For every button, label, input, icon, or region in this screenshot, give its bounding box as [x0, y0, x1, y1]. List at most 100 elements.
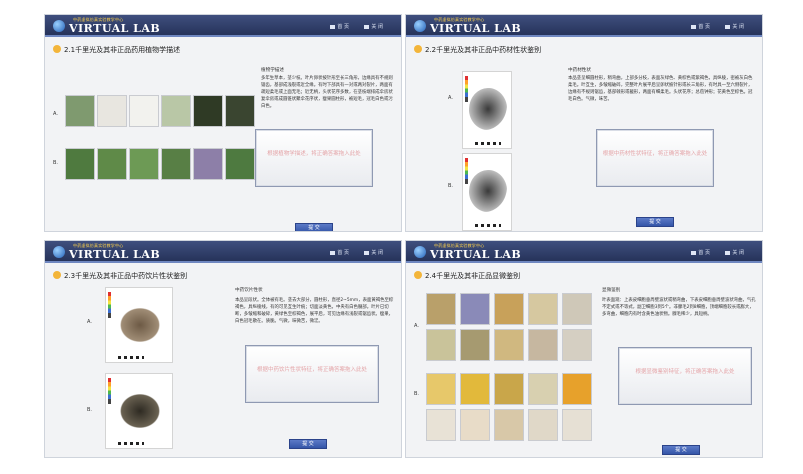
micrograph-image[interactable]	[426, 373, 456, 405]
micrograph-image[interactable]	[426, 329, 456, 361]
section-title-text: 2.1千里光及其非正品药用植物学描述	[64, 46, 181, 54]
micrograph-image[interactable]	[528, 293, 558, 325]
home-button[interactable]: 首 页	[691, 23, 710, 30]
logo-text: VIRTUAL LAB	[430, 248, 522, 261]
close-button[interactable]: 关 闭	[364, 23, 383, 30]
panel-decoction-pieces-identification: 中药虚拟仿真实验教学中心 VIRTUAL LAB 首 页 关 闭 2.3千里光及…	[44, 240, 402, 458]
herb-specimen-a[interactable]	[462, 71, 512, 149]
micrograph-image[interactable]	[494, 293, 524, 325]
globe-logo-icon	[53, 20, 65, 32]
option-label-a: A.	[448, 95, 453, 101]
section-marker-icon	[53, 271, 61, 279]
micrograph-image[interactable]	[528, 329, 558, 361]
drop-zone-placeholder: 根据中药饮片性状特征，将正确答案拖入此处	[256, 367, 367, 373]
plant-image[interactable]	[65, 95, 95, 127]
section-title: 2.2千里光及其非正品中药材性状鉴别	[414, 45, 541, 55]
submit-button[interactable]: 提 交	[636, 217, 674, 227]
decoction-pieces-a[interactable]	[105, 287, 173, 363]
micrograph-image[interactable]	[460, 409, 490, 441]
logo-text: VIRTUAL LAB	[430, 22, 522, 35]
description-text: 多年生草本，茎少枝。叶片卵状披针形至长三角形，边缘具有不规则锯齿，基部成浅裂或近…	[261, 76, 393, 109]
decoction-pieces-b[interactable]	[105, 373, 173, 449]
plant-image[interactable]	[161, 95, 191, 127]
panel-microscopic-identification: 中药虚拟仿真实验教学中心 VIRTUAL LAB 首 页 关 闭 2.4千里光及…	[405, 240, 763, 458]
plant-image[interactable]	[193, 148, 223, 180]
micrograph-image[interactable]	[562, 329, 592, 361]
herb-image	[469, 88, 507, 130]
close-button[interactable]: 关 闭	[725, 249, 744, 256]
micrograph-image[interactable]	[528, 373, 558, 405]
micrograph-image[interactable]	[426, 409, 456, 441]
close-label: 关 闭	[732, 250, 744, 256]
description-heading: 中药饮片性状	[235, 288, 263, 293]
plant-image[interactable]	[161, 148, 191, 180]
home-icon	[330, 250, 336, 255]
micrograph-image[interactable]	[562, 409, 592, 441]
answer-drop-zone[interactable]: 根据植物学描述，将正确答案拖入此处	[255, 129, 373, 187]
option-label-b: B.	[53, 160, 59, 166]
description-text: 本品呈段状。全体被有毛。茎去大部分，圆柱形，直径2~5mm，表面黄褐色至棕褐色，…	[235, 298, 394, 324]
home-label: 首 页	[337, 24, 349, 30]
ruler	[475, 224, 501, 227]
micrograph-image[interactable]	[460, 329, 490, 361]
micrograph-image[interactable]	[562, 373, 592, 405]
herb-image	[469, 170, 507, 212]
micrograph-image[interactable]	[426, 293, 456, 325]
description-text: 叶表面观：上表皮细胞垂周壁波状或稍弯曲，下表皮细胞垂周壁波状弯曲，气孔不定式或不…	[602, 298, 756, 317]
micrograph-image[interactable]	[460, 373, 490, 405]
plant-image[interactable]	[129, 95, 159, 127]
panel-crude-drug-identification: 中药虚拟仿真实验教学中心 VIRTUAL LAB 首 页 关 闭 2.2千里光及…	[405, 14, 763, 232]
header-bar: 中药虚拟仿真实验教学中心 VIRTUAL LAB 首 页 关 闭	[406, 15, 762, 37]
answer-drop-zone[interactable]: 根据中药饮片性状特征，将正确答案拖入此处	[245, 345, 379, 403]
micrograph-image[interactable]	[494, 329, 524, 361]
close-button[interactable]: 关 闭	[725, 23, 744, 30]
herb-specimen-b[interactable]	[462, 153, 512, 231]
plant-image[interactable]	[129, 148, 159, 180]
submit-button[interactable]: 提 交	[289, 439, 327, 449]
option-label-a: A.	[414, 323, 419, 329]
home-button[interactable]: 首 页	[330, 249, 349, 256]
plant-image[interactable]	[97, 95, 127, 127]
micrograph-image[interactable]	[528, 409, 558, 441]
home-icon	[691, 24, 697, 29]
home-button[interactable]: 首 页	[691, 249, 710, 256]
micrograph-image[interactable]	[494, 373, 524, 405]
section-title: 2.1千里光及其非正品药用植物学描述	[53, 45, 180, 55]
color-scale	[108, 378, 111, 404]
globe-logo-icon	[414, 20, 426, 32]
submit-button[interactable]: 提 交	[295, 223, 333, 231]
home-button[interactable]: 首 页	[330, 23, 349, 30]
plant-image[interactable]	[225, 95, 255, 127]
plant-image[interactable]	[225, 148, 255, 180]
home-label: 首 页	[698, 24, 710, 30]
option-label-b: B.	[87, 407, 93, 413]
description-heading: 植物学描述	[261, 68, 284, 73]
micrograph-image[interactable]	[562, 293, 592, 325]
micrograph-image[interactable]	[460, 293, 490, 325]
option-label-b: B.	[414, 391, 420, 397]
micrograph-image[interactable]	[494, 409, 524, 441]
header-bar: 中药虚拟仿真实验教学中心 VIRTUAL LAB 首 页 关 闭	[406, 241, 762, 263]
description-text: 本品茎呈细圆柱形，稍弯曲，上部多分枝，表面灰绿色、黄棕色或紫褐色，具纵棱，密被灰…	[568, 76, 753, 102]
plant-image[interactable]	[97, 148, 127, 180]
answer-drop-zone[interactable]: 根据显微鉴别特征，将正确答案拖入此处	[618, 347, 752, 405]
close-label: 关 闭	[371, 24, 383, 30]
home-icon	[330, 24, 336, 29]
description-heading: 显微鉴别	[602, 288, 621, 293]
plant-image[interactable]	[65, 148, 95, 180]
close-label: 关 闭	[371, 250, 383, 256]
globe-logo-icon	[53, 246, 65, 258]
submit-button[interactable]: 提 交	[662, 445, 700, 455]
drop-zone-placeholder: 根据中药材性状特征，将正确答案拖入此处	[602, 151, 708, 157]
close-button[interactable]: 关 闭	[364, 249, 383, 256]
close-icon	[364, 250, 370, 255]
home-label: 首 页	[698, 250, 710, 256]
drop-zone-placeholder: 根据植物学描述，将正确答案拖入此处	[267, 151, 361, 157]
color-scale	[108, 292, 111, 318]
drop-zone-placeholder: 根据显微鉴别特征，将正确答案拖入此处	[635, 369, 735, 375]
close-icon	[725, 250, 731, 255]
header-bar: 中药虚拟仿真实验教学中心 VIRTUAL LAB 首 页 关 闭	[45, 15, 401, 37]
logo-text: VIRTUAL LAB	[69, 22, 161, 35]
answer-drop-zone[interactable]: 根据中药材性状特征，将正确答案拖入此处	[596, 129, 714, 187]
plant-image[interactable]	[193, 95, 223, 127]
